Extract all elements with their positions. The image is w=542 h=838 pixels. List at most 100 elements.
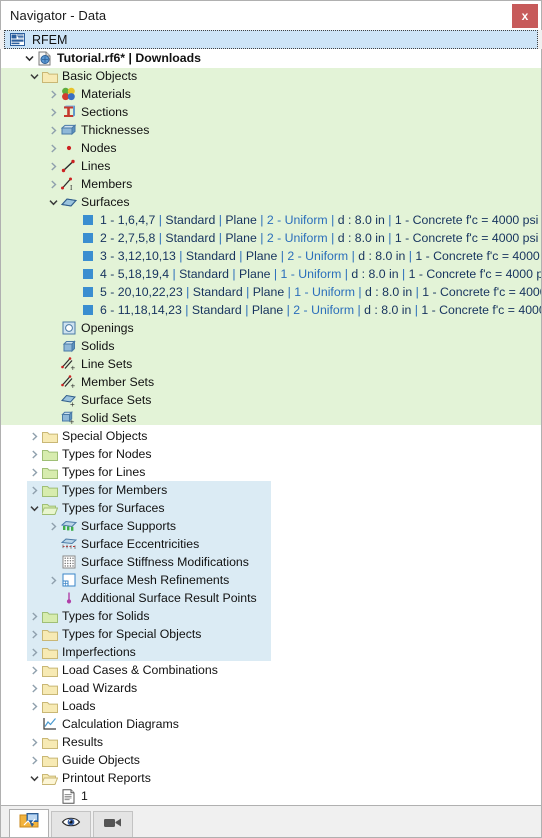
tree-item-label: 1 [81, 789, 88, 803]
close-button[interactable]: x [512, 4, 538, 28]
surface-color-swatch-icon [79, 284, 96, 300]
tree-item-label: Load Cases & Combinations [62, 663, 218, 677]
section-icon [60, 104, 77, 120]
video-camera-icon [103, 816, 123, 834]
tree-item-loads[interactable]: Loads [1, 697, 541, 715]
tree-item-additional-surface-result-points[interactable]: Additional Surface Result Points [1, 589, 541, 607]
tree-view[interactable]: Tutorial.rf6* | Downloads Basic Objects M… [0, 49, 542, 805]
chevron-right-icon[interactable] [47, 139, 60, 157]
tree-root-rfem[interactable]: RFEM [4, 30, 538, 49]
tree-item-results[interactable]: Results [1, 733, 541, 751]
tree-item-label: Additional Surface Result Points [81, 591, 257, 605]
tree-item-solids[interactable]: Solids [1, 337, 541, 355]
chevron-right-icon[interactable] [28, 427, 41, 445]
tree-item-member-sets[interactable]: + Member Sets [1, 373, 541, 391]
surface-row-3[interactable]: 3 - 3,12,10,13 | Standard | Plane | 2 - … [1, 247, 541, 265]
chevron-right-icon[interactable] [47, 157, 60, 175]
tab-views[interactable] [93, 811, 133, 837]
tree-item-surface-supports[interactable]: Surface Supports [1, 517, 541, 535]
tree-item-surface-mesh-refinements[interactable]: Surface Mesh Refinements [1, 571, 541, 589]
tree-item-types-for-solids[interactable]: Types for Solids [1, 607, 541, 625]
tree-item-thicknesses[interactable]: Thicknesses [1, 121, 541, 139]
tree-item-lines[interactable]: Lines [1, 157, 541, 175]
chevron-right-icon[interactable] [28, 661, 41, 679]
tree-item-surface-stiffness-modifications[interactable]: Surface Stiffness Modifications [1, 553, 541, 571]
tree-item-load-wizards[interactable]: Load Wizards [1, 679, 541, 697]
chevron-down-icon[interactable] [28, 499, 41, 517]
tree-item-nodes[interactable]: Nodes [1, 139, 541, 157]
window-title: Navigator - Data [10, 8, 107, 23]
tree-item-types-for-special-objects[interactable]: Types for Special Objects [1, 625, 541, 643]
tree-item-special-objects[interactable]: Special Objects [1, 427, 541, 445]
tree-item-surfaces[interactable]: Surfaces [1, 193, 541, 211]
chevron-right-icon[interactable] [47, 517, 60, 535]
tree-item-surface-eccentricities[interactable]: Surface Eccentricities [1, 535, 541, 553]
chevron-right-icon[interactable] [28, 607, 41, 625]
tree-root-label: RFEM [32, 32, 68, 47]
chevron-down-icon[interactable] [47, 193, 60, 211]
tree-item-label: Sections [81, 105, 129, 119]
chevron-right-icon[interactable] [47, 175, 60, 193]
tree-item-types-for-surfaces[interactable]: Types for Surfaces [1, 499, 541, 517]
tree-item-types-for-nodes[interactable]: Types for Nodes [1, 445, 541, 463]
tree-item-printout-report-1[interactable]: 1 [1, 787, 541, 805]
chevron-right-icon[interactable] [28, 625, 41, 643]
tree-item-label: Types for Surfaces [62, 501, 165, 515]
surface-row-1[interactable]: 1 - 1,6,4,7 | Standard | Plane | 2 - Uni… [1, 211, 541, 229]
tree-item-load-cases-combinations[interactable]: Load Cases & Combinations [1, 661, 541, 679]
tree-item-types-for-lines[interactable]: Types for Lines [1, 463, 541, 481]
solid-icon [60, 338, 77, 354]
chevron-right-icon[interactable] [28, 481, 41, 499]
chevron-down-icon[interactable] [28, 769, 41, 787]
surface-color-swatch-icon [79, 230, 96, 246]
spacer-icon [47, 319, 60, 337]
surface-row-4[interactable]: 4 - 5,18,19,4 | Standard | Plane | 1 - U… [1, 265, 541, 283]
tree-item-sections[interactable]: Sections [1, 103, 541, 121]
tree-item-label: Surface Sets [81, 393, 152, 407]
chevron-right-icon[interactable] [28, 643, 41, 661]
tree-item-label: Surface Supports [81, 519, 177, 533]
tree-item-imperfections[interactable]: Imperfections [1, 643, 541, 661]
chevron-down-icon[interactable] [23, 49, 36, 67]
tree-item-label: Printout Reports [62, 771, 151, 785]
member-icon: I [60, 176, 77, 192]
surface-row-2[interactable]: 2 - 2,7,5,8 | Standard | Plane | 2 - Uni… [1, 229, 541, 247]
chevron-right-icon[interactable] [28, 679, 41, 697]
tree-item-guide-objects[interactable]: Guide Objects [1, 751, 541, 769]
thickness-icon [60, 122, 77, 138]
mesh-refinement-icon [60, 572, 77, 588]
tree-item-calculation-diagrams[interactable]: Calculation Diagrams [1, 715, 541, 733]
tree-item-solid-sets[interactable]: + Solid Sets [1, 409, 541, 427]
surface-row-text: 5 - 20,10,22,23 | Standard | Plane | 1 -… [100, 285, 541, 299]
tree-item-openings[interactable]: Openings [1, 319, 541, 337]
tree-item-label: Imperfections [62, 645, 136, 659]
chevron-right-icon[interactable] [47, 121, 60, 139]
surface-icon [60, 194, 77, 210]
tree-item-label: Results [62, 735, 104, 749]
chevron-right-icon[interactable] [28, 445, 41, 463]
chevron-right-icon[interactable] [47, 85, 60, 103]
tree-item-project[interactable]: Tutorial.rf6* | Downloads [1, 49, 541, 67]
tree-item-basic-objects[interactable]: Basic Objects [1, 67, 541, 85]
tree-item-types-for-members[interactable]: Types for Members [1, 481, 541, 499]
tree-item-surface-sets[interactable]: + Surface Sets [1, 391, 541, 409]
chevron-right-icon[interactable] [28, 751, 41, 769]
chevron-right-icon[interactable] [28, 463, 41, 481]
chevron-right-icon[interactable] [28, 697, 41, 715]
surface-row-5[interactable]: 5 - 20,10,22,23 | Standard | Plane | 1 -… [1, 283, 541, 301]
tree-item-printout-reports[interactable]: Printout Reports [1, 769, 541, 787]
surface-row-6[interactable]: 6 - 11,18,14,23 | Standard | Plane | 2 -… [1, 301, 541, 319]
folder-yellow-icon [41, 734, 58, 750]
tab-data[interactable] [9, 809, 49, 837]
tab-display[interactable] [51, 811, 91, 837]
tree-item-members[interactable]: I Members [1, 175, 541, 193]
chevron-right-icon[interactable] [28, 733, 41, 751]
tree-item-materials[interactable]: Materials [1, 85, 541, 103]
spacer-icon [66, 265, 79, 283]
surface-row-text: 1 - 1,6,4,7 | Standard | Plane | 2 - Uni… [100, 213, 539, 227]
tree-item-line-sets[interactable]: + Line Sets [1, 355, 541, 373]
chevron-right-icon[interactable] [47, 103, 60, 121]
tree-item-label: Load Wizards [62, 681, 138, 695]
chevron-right-icon[interactable] [47, 571, 60, 589]
chevron-down-icon[interactable] [28, 67, 41, 85]
